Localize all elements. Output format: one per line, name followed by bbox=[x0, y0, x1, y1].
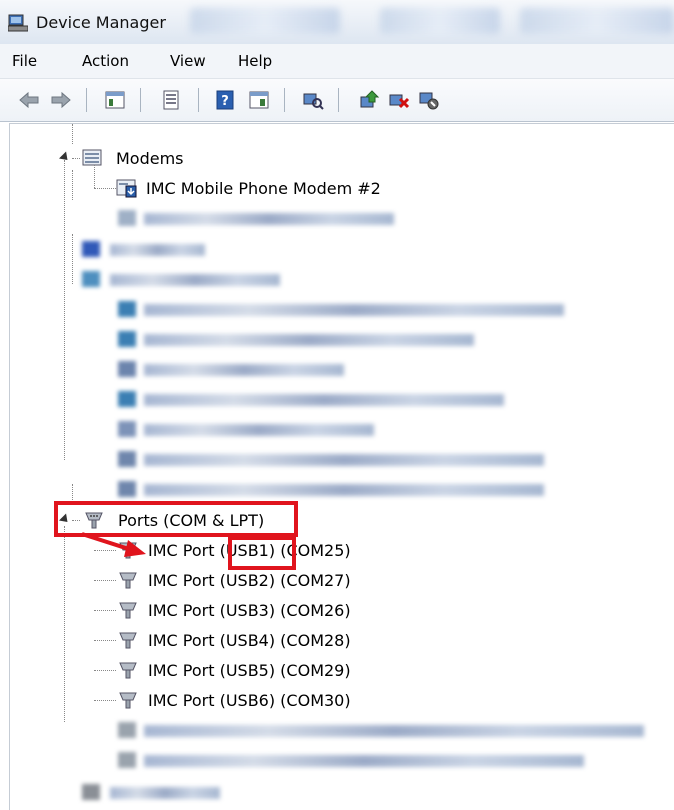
menu-help[interactable]: Help bbox=[238, 52, 272, 70]
menu-file[interactable]: File bbox=[12, 52, 37, 70]
port-usb1-prefix: IMC Port bbox=[148, 541, 220, 560]
blurred-device-label bbox=[144, 454, 544, 466]
blurred-device-label bbox=[144, 334, 474, 346]
tree-node-modems[interactable]: Modems bbox=[54, 145, 274, 173]
window-title: Device Manager bbox=[36, 13, 166, 32]
annotation-arrow-icon bbox=[81, 532, 146, 557]
blurred-tab bbox=[380, 8, 500, 34]
tree-node-modem-device[interactable]: IMC Mobile Phone Modem #2 bbox=[54, 165, 434, 203]
blurred-category-label bbox=[110, 787, 220, 799]
blurred-category-label bbox=[110, 274, 280, 286]
blurred-tab bbox=[520, 8, 674, 34]
device-tree: Modems IMC Mobile Phone Modem #2 Ports (… bbox=[9, 123, 674, 810]
blurred-device-label bbox=[144, 725, 644, 737]
blurred-device-icon bbox=[118, 391, 136, 407]
port-usb5-label: IMC Port (USB5) (COM29) bbox=[148, 661, 351, 680]
blurred-device-icon bbox=[118, 331, 136, 347]
blurred-device-icon bbox=[118, 481, 136, 497]
menu-action[interactable]: Action bbox=[82, 52, 129, 70]
action-pane-icon[interactable] bbox=[248, 89, 270, 111]
blurred-device-label bbox=[144, 424, 374, 436]
tree-node-port-usb3[interactable]: IMC Port (USB3) (COM26) bbox=[54, 597, 374, 625]
svg-text:?: ? bbox=[221, 94, 229, 109]
blurred-device-label bbox=[144, 304, 564, 316]
port-connector-icon bbox=[119, 692, 137, 709]
expand-arrow-icon[interactable] bbox=[58, 151, 72, 164]
blurred-device-icon bbox=[118, 301, 136, 317]
tree-node-port-usb2[interactable]: IMC Port (USB2) (COM27) bbox=[54, 567, 374, 595]
blurred-device-label bbox=[144, 213, 394, 225]
port-usb6-label: IMC Port (USB6) (COM30) bbox=[148, 691, 351, 710]
disable-device-icon[interactable] bbox=[418, 89, 440, 111]
blurred-device-label bbox=[144, 484, 544, 496]
menu-bar: File Action View Help bbox=[0, 44, 674, 79]
menu-view[interactable]: View bbox=[170, 52, 206, 70]
blurred-device-label bbox=[144, 755, 584, 767]
forward-arrow-icon[interactable] bbox=[50, 89, 72, 111]
port-usb3-label: IMC Port (USB3) (COM26) bbox=[148, 601, 351, 620]
highlight-box-usb1 bbox=[228, 536, 296, 570]
blurred-device-icon bbox=[118, 361, 136, 377]
tree-node-port-usb4[interactable]: IMC Port (USB4) (COM28) bbox=[54, 627, 374, 655]
port-connector-icon bbox=[119, 602, 137, 619]
blurred-category-label bbox=[110, 244, 205, 256]
toolbar: ? bbox=[0, 79, 674, 122]
blurred-device-icon bbox=[118, 421, 136, 437]
port-connector-icon bbox=[119, 662, 137, 679]
modem-icon bbox=[82, 149, 102, 166]
blurred-device-label bbox=[144, 394, 504, 406]
scan-hardware-changes-icon[interactable] bbox=[302, 89, 324, 111]
modem-device-label: IMC Mobile Phone Modem #2 bbox=[146, 179, 381, 198]
blurred-device-label bbox=[144, 364, 344, 376]
blurred-category-icon bbox=[82, 241, 100, 257]
update-driver-icon[interactable] bbox=[358, 89, 380, 111]
port-usb2-label: IMC Port (USB2) (COM27) bbox=[148, 571, 351, 590]
modems-label: Modems bbox=[116, 149, 184, 168]
port-usb4-label: IMC Port (USB4) (COM28) bbox=[148, 631, 351, 650]
port-connector-icon bbox=[119, 572, 137, 589]
blurred-tab bbox=[190, 8, 340, 34]
blurred-device-icon bbox=[118, 722, 136, 738]
blurred-category-icon bbox=[82, 271, 100, 287]
uninstall-device-icon[interactable] bbox=[388, 89, 410, 111]
blurred-category-icon bbox=[82, 784, 100, 800]
title-bar: Device Manager bbox=[0, 0, 674, 44]
blurred-device-icon bbox=[118, 210, 136, 226]
properties-icon[interactable] bbox=[160, 89, 182, 111]
blurred-device-icon bbox=[118, 451, 136, 467]
blurred-device-icon bbox=[118, 752, 136, 768]
tree-node-port-usb5[interactable]: IMC Port (USB5) (COM29) bbox=[54, 657, 374, 685]
phone-modem-icon bbox=[116, 179, 137, 198]
tree-node-port-usb6[interactable]: IMC Port (USB6) (COM30) bbox=[54, 687, 374, 715]
show-hide-console-tree-icon[interactable] bbox=[104, 89, 126, 111]
help-icon[interactable]: ? bbox=[214, 89, 236, 111]
device-manager-icon bbox=[8, 14, 28, 32]
port-connector-icon bbox=[119, 632, 137, 649]
back-arrow-icon[interactable] bbox=[18, 89, 40, 111]
